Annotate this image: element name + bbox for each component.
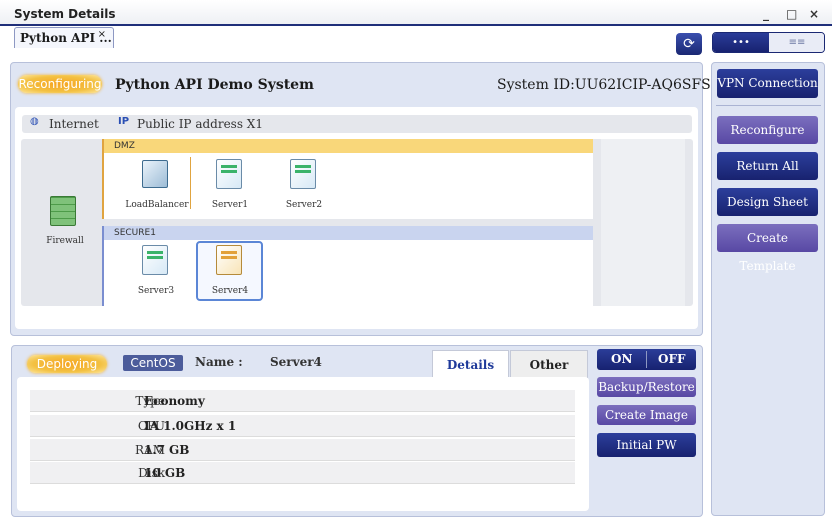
tab-details[interactable]: Details [432, 350, 509, 378]
power-toggle: ON OFF [597, 349, 696, 370]
backup-restore-button[interactable]: Backup/Restore [597, 377, 696, 397]
load-balancer-icon[interactable] [142, 160, 168, 188]
node-label: Server2 [285, 200, 323, 210]
server-icon[interactable] [290, 159, 316, 189]
spec-row-ram: RAM 1.7 GB [30, 439, 575, 461]
globe-icon: ◍ [30, 116, 39, 127]
close-button[interactable]: × [809, 7, 819, 21]
server-icon[interactable] [216, 159, 242, 189]
power-on-button[interactable]: ON [611, 352, 632, 366]
minimize-button[interactable]: _ [763, 7, 769, 21]
power-toggle-divider [646, 351, 647, 368]
system-id: System ID:UU62ICIP-AQ6SFS42... [497, 77, 742, 93]
firewall-icon[interactable] [50, 196, 76, 226]
design-sheet-button[interactable]: Design Sheet [717, 188, 818, 216]
list-view-button[interactable]: ≡≡ [769, 33, 824, 52]
tab-close-icon[interactable]: × [98, 29, 106, 40]
spec-value: Economy [144, 394, 205, 408]
tab-python-api[interactable]: Python API ... × [14, 27, 114, 48]
ip-icon: IP [118, 116, 130, 127]
node-label: LoadBalancer [125, 200, 189, 210]
create-image-button[interactable]: Create Image [597, 405, 696, 425]
return-all-button[interactable]: Return All [717, 152, 818, 180]
spec-value: 1.7 GB [144, 443, 190, 457]
tab-strip: Python API ... × [0, 26, 832, 56]
sidebar-divider [716, 105, 821, 106]
server-icon[interactable] [142, 245, 168, 275]
reconfigure-button[interactable]: Reconfigure [717, 116, 818, 144]
grid-view-button[interactable]: ••• [713, 33, 769, 52]
refresh-icon: ⟳ [683, 36, 695, 52]
create-template-button[interactable]: Create Template [717, 224, 818, 273]
vpn-connection-button[interactable]: VPN Connection [717, 69, 818, 98]
internet-bar: ◍ Internet IP Public IP address X1 [22, 115, 692, 133]
os-badge: CentOS [123, 355, 183, 371]
window-titlebar: System Details _ □ × [0, 0, 832, 26]
zone-dmz-header: DMZ [104, 139, 593, 153]
zone-secure1-header: SECURE1 [104, 226, 593, 240]
refresh-button[interactable]: ⟳ [676, 33, 702, 55]
maximize-button[interactable]: □ [786, 7, 797, 21]
system-name: Python API Demo System [115, 77, 314, 93]
spec-row-disk: Disk 10 GB [30, 462, 575, 484]
server-name-value: Server4 [270, 355, 322, 369]
server-status-badge: Deploying [27, 355, 107, 373]
spec-value: 10 GB [144, 466, 186, 480]
node-label: Server3 [137, 286, 175, 296]
node-label: Server1 [211, 200, 249, 210]
spec-value: IA 1.0GHz x 1 [144, 419, 237, 433]
internet-label: Internet [49, 117, 99, 131]
zone-side-area [601, 139, 685, 306]
window-title: System Details [14, 7, 116, 21]
server-icon[interactable] [216, 245, 242, 275]
tab-other[interactable]: Other [510, 350, 588, 378]
initial-pw-button[interactable]: Initial PW [597, 433, 696, 457]
spec-row-type: Type Economy [30, 390, 575, 412]
power-off-button[interactable]: OFF [658, 352, 686, 366]
server-name-label: Name : [195, 355, 243, 369]
node-label: Server4 [211, 286, 249, 296]
firewall-label: Firewall [46, 236, 84, 246]
dmz-divider [190, 157, 191, 209]
view-toggle: ••• ≡≡ [712, 32, 825, 53]
public-ip-label[interactable]: Public IP address X1 [137, 117, 263, 131]
spec-row-cpu: CPU IA 1.0GHz x 1 [30, 415, 575, 437]
system-status-badge: Reconfiguring [18, 75, 102, 93]
